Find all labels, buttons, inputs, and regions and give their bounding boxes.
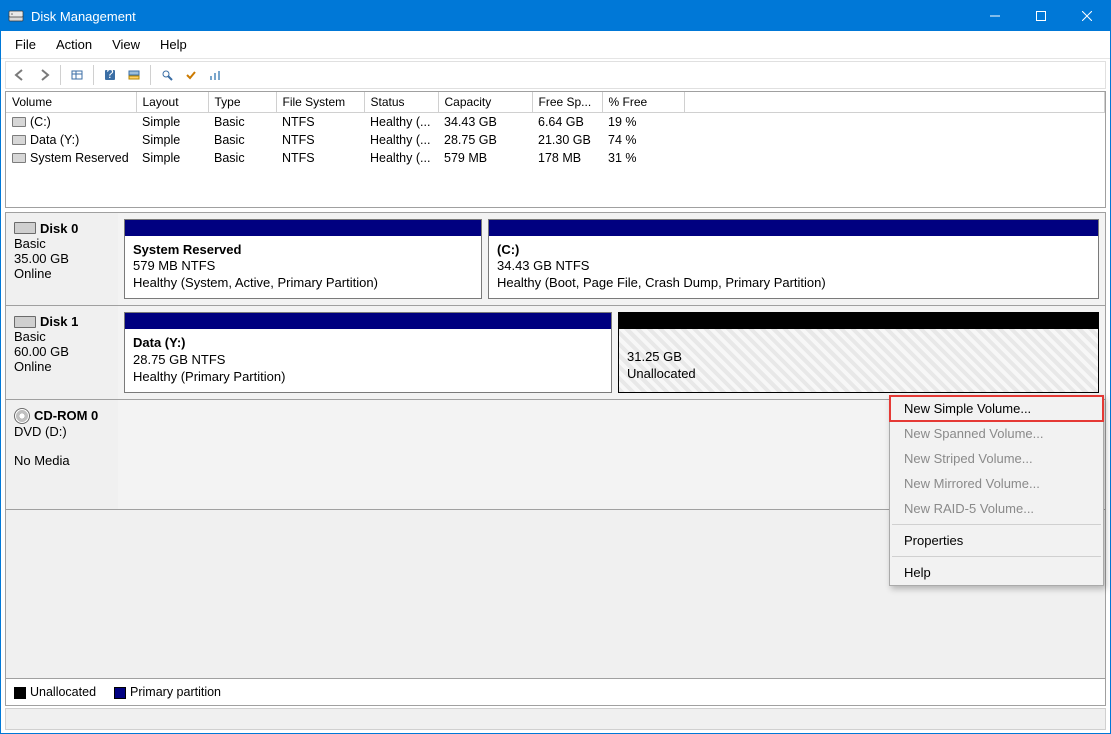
menu-file[interactable]: File	[5, 33, 46, 56]
minimize-button[interactable]	[972, 1, 1018, 31]
status-bar	[5, 708, 1106, 730]
disk-icon	[14, 316, 36, 328]
window-title: Disk Management	[31, 9, 136, 24]
col-layout[interactable]: Layout	[136, 92, 208, 112]
chart-icon[interactable]	[204, 64, 226, 86]
col-volume[interactable]: Volume	[6, 92, 136, 112]
cdrom-icon	[14, 408, 30, 424]
col-fs[interactable]: File System	[276, 92, 364, 112]
svg-text:?: ?	[106, 68, 113, 81]
col-pctfree[interactable]: % Free	[602, 92, 684, 112]
disk-header-0[interactable]: Disk 0 Basic 35.00 GB Online	[6, 213, 118, 306]
legend-primary-partition: Primary partition	[114, 685, 221, 699]
close-button[interactable]	[1064, 1, 1110, 31]
legend-unallocated: Unallocated	[14, 685, 96, 699]
check-icon[interactable]	[180, 64, 202, 86]
volume-icon	[12, 153, 26, 163]
layout-icon[interactable]	[123, 64, 145, 86]
col-free[interactable]: Free Sp...	[532, 92, 602, 112]
view-list-icon[interactable]	[66, 64, 88, 86]
ctx-new-simple-volume[interactable]: New Simple Volume...	[889, 395, 1104, 422]
help-icon[interactable]: ?	[99, 64, 121, 86]
legend: Unallocated Primary partition	[6, 678, 1105, 705]
ctx-new-striped-volume: New Striped Volume...	[890, 446, 1103, 471]
menu-bar: File Action View Help	[1, 31, 1110, 59]
toolbar: ?	[5, 61, 1106, 89]
disk-header-cdrom[interactable]: CD-ROM 0 DVD (D:) No Media	[6, 400, 118, 509]
volume-row[interactable]: System ReservedSimpleBasicNTFSHealthy (.…	[6, 149, 1105, 167]
partition-c[interactable]: (C:) 34.43 GB NTFS Healthy (Boot, Page F…	[488, 219, 1099, 300]
ctx-new-mirrored-volume: New Mirrored Volume...	[890, 471, 1103, 496]
ctx-new-spanned-volume: New Spanned Volume...	[890, 421, 1103, 446]
volume-row[interactable]: Data (Y:)SimpleBasicNTFSHealthy (...28.7…	[6, 131, 1105, 149]
col-capacity[interactable]: Capacity	[438, 92, 532, 112]
menu-view[interactable]: View	[102, 33, 150, 56]
volume-icon	[12, 135, 26, 145]
partition-unallocated[interactable]: 31.25 GB Unallocated	[618, 312, 1099, 393]
partition-header-bar	[619, 313, 1098, 329]
context-menu: New Simple Volume... New Spanned Volume.…	[889, 395, 1104, 586]
ctx-help[interactable]: Help	[890, 560, 1103, 585]
ctx-separator	[892, 524, 1101, 525]
partition-header-bar	[125, 313, 611, 329]
col-type[interactable]: Type	[208, 92, 276, 112]
forward-button[interactable]	[33, 64, 55, 86]
partition-header-bar	[489, 220, 1098, 236]
maximize-button[interactable]	[1018, 1, 1064, 31]
volume-row[interactable]: (C:)SimpleBasicNTFSHealthy (...34.43 GB6…	[6, 112, 1105, 131]
app-icon	[7, 7, 25, 25]
partition-data-y[interactable]: Data (Y:) 28.75 GB NTFS Healthy (Primary…	[124, 312, 612, 393]
partition-system-reserved[interactable]: System Reserved 579 MB NTFS Healthy (Sys…	[124, 219, 482, 300]
disk-row-1[interactable]: Disk 1 Basic 60.00 GB Online Data (Y:) 2…	[6, 306, 1105, 400]
col-status[interactable]: Status	[364, 92, 438, 112]
volume-list[interactable]: Volume Layout Type File System Status Ca…	[5, 91, 1106, 208]
menu-action[interactable]: Action	[46, 33, 102, 56]
volume-header-row[interactable]: Volume Layout Type File System Status Ca…	[6, 92, 1105, 112]
title-bar: Disk Management	[1, 1, 1110, 31]
col-spacer	[684, 92, 1105, 112]
disk-icon	[14, 222, 36, 234]
ctx-new-raid5-volume: New RAID-5 Volume...	[890, 496, 1103, 521]
volume-icon	[12, 117, 26, 127]
settings-icon[interactable]	[156, 64, 178, 86]
back-button[interactable]	[9, 64, 31, 86]
ctx-properties[interactable]: Properties	[890, 528, 1103, 553]
disk-header-1[interactable]: Disk 1 Basic 60.00 GB Online	[6, 306, 118, 399]
menu-help[interactable]: Help	[150, 33, 197, 56]
disk-row-0[interactable]: Disk 0 Basic 35.00 GB Online System Rese…	[6, 213, 1105, 307]
partition-header-bar	[125, 220, 481, 236]
ctx-separator	[892, 556, 1101, 557]
